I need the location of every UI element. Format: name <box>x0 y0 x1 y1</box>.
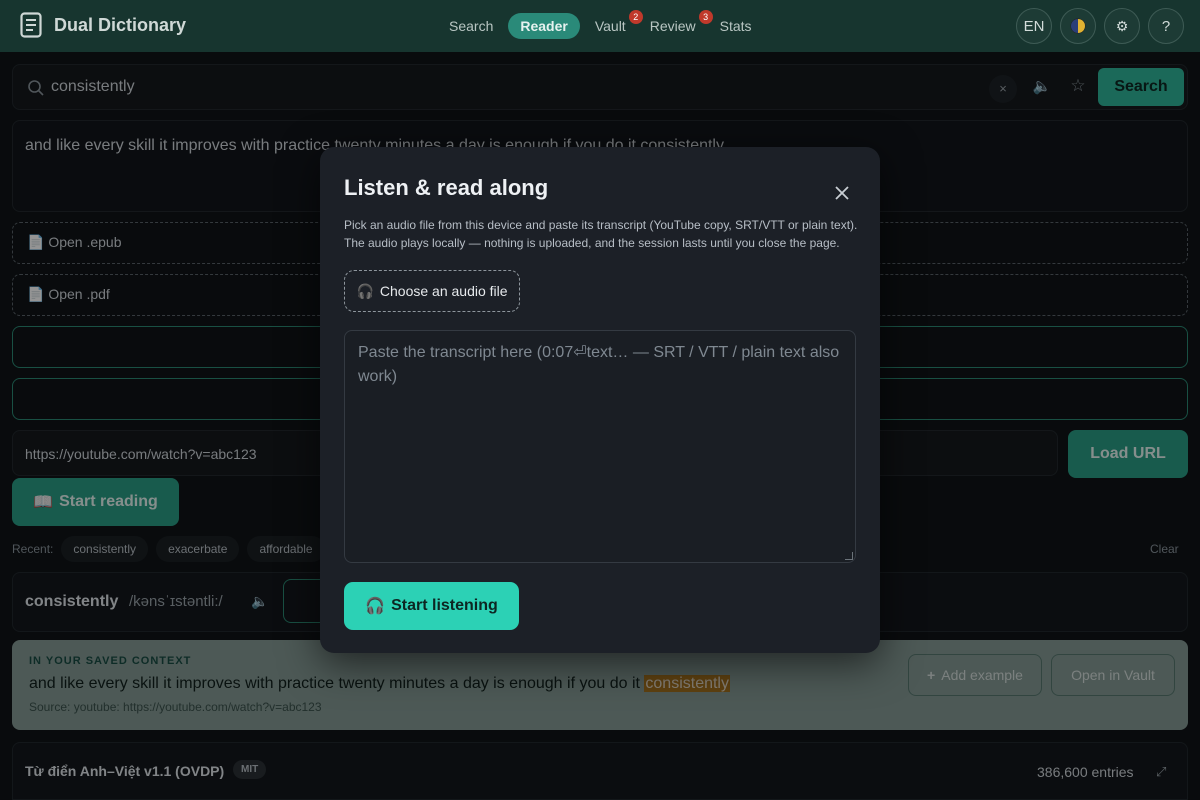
nav-stats[interactable]: Stats <box>711 13 761 39</box>
start-listening-label: Start listening <box>391 597 498 614</box>
app-header: Dual Dictionary Search Reader Vault 2 Rev… <box>0 0 1200 52</box>
settings-button[interactable]: ⚙ <box>1104 8 1140 44</box>
brand[interactable]: Dual Dictionary <box>20 12 186 38</box>
nav-reader[interactable]: Reader <box>508 13 580 39</box>
book-icon <box>20 12 42 38</box>
modal-description: Pick an audio file from this device and … <box>344 218 858 250</box>
nav-search[interactable]: Search <box>440 13 502 39</box>
nav-review[interactable]: Review 3 <box>641 10 713 39</box>
headphones-icon: 🎧 <box>356 282 374 299</box>
transcript-placeholder: Paste the transcript here (0:07⏎text… — … <box>358 344 840 385</box>
modal-title: Listen & read along <box>344 175 549 200</box>
help-button[interactable]: ? <box>1148 8 1184 44</box>
nav-vault-label: Vault <box>594 18 626 34</box>
language-label: EN <box>1023 17 1045 35</box>
language-button[interactable]: EN <box>1016 8 1052 44</box>
headphones-icon: 🎧 <box>365 598 386 615</box>
nav-review-label: Review <box>649 18 696 34</box>
contrast-icon <box>1070 18 1086 34</box>
main-nav: Search Reader Vault 2 Review 3 Stats <box>440 10 767 39</box>
start-listening-button[interactable]: 🎧 Start listening <box>344 582 519 630</box>
close-icon[interactable] <box>830 181 854 205</box>
nav-vault[interactable]: Vault 2 <box>586 10 643 39</box>
nav-reader-label: Reader <box>520 18 568 34</box>
nav-search-label: Search <box>449 18 494 34</box>
app-title: Dual Dictionary <box>54 14 187 35</box>
gear-icon: ⚙ <box>1115 17 1129 34</box>
resize-handle[interactable] <box>845 552 853 560</box>
choose-audio-button[interactable]: 🎧 Choose an audio file <box>344 270 520 312</box>
nav-stats-label: Stats <box>719 18 752 34</box>
choose-audio-label: Choose an audio file <box>379 283 508 299</box>
help-label: ? <box>1161 17 1171 35</box>
theme-toggle-button[interactable] <box>1060 8 1096 44</box>
transcript-textarea[interactable]: Paste the transcript here (0:07⏎text… — … <box>344 330 856 563</box>
listen-modal: Listen & read along Pick an audio file f… <box>320 147 880 653</box>
